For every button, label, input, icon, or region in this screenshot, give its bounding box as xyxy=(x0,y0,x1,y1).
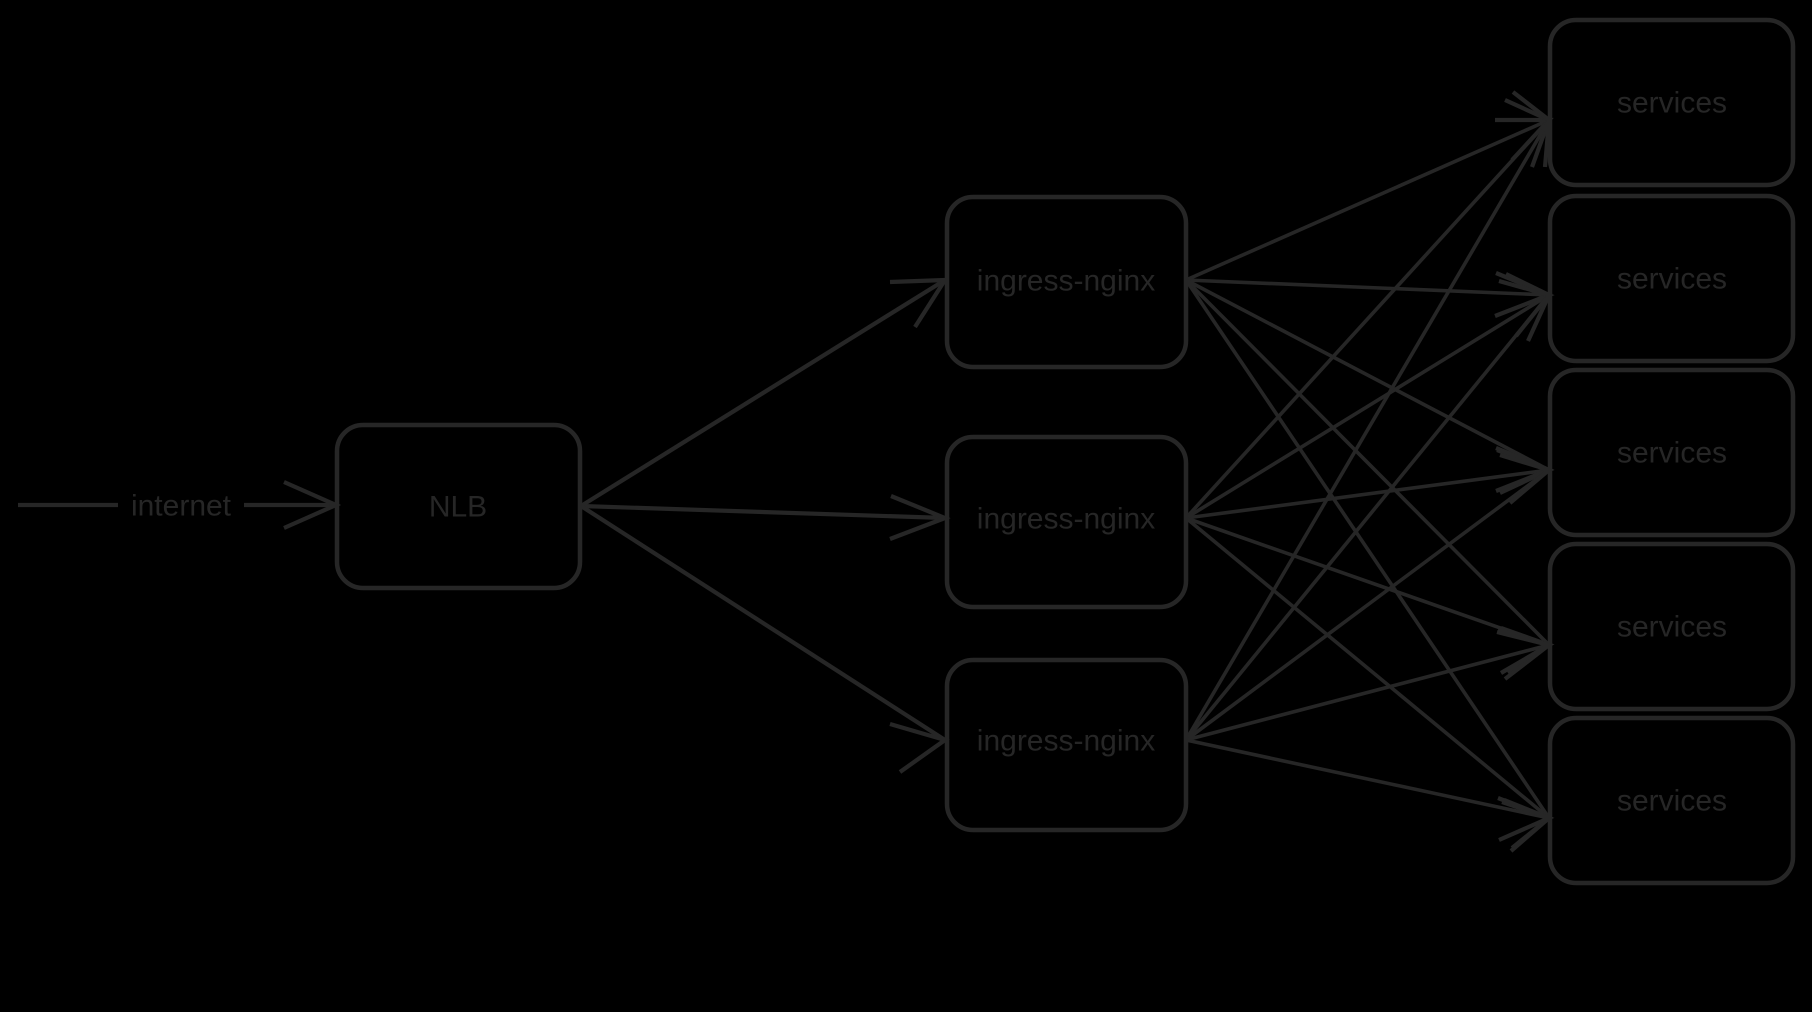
edge-line-ingress-1-service-4 xyxy=(1184,278,1551,647)
edge-line-nlb-ingress-1 xyxy=(579,278,947,508)
edge-label-internet-group: internet xyxy=(118,487,244,523)
edge-nlb-to-ingress-1 xyxy=(579,277,949,508)
architecture-diagram: NLB ingress-nginx ingress-nginx ingress-… xyxy=(0,0,1812,1012)
edge-line-ingress-3-service-5 xyxy=(1185,738,1550,820)
edge-line-ingress-1-service-2 xyxy=(1185,278,1550,297)
node-ingress-1[interactable]: ingress-nginx xyxy=(944,194,1189,370)
edge-label-internet: internet xyxy=(131,490,232,523)
edge-line-ingress-2-service-5 xyxy=(1184,516,1551,820)
node-service-5[interactable]: services xyxy=(1547,715,1796,886)
edge-ingress-3-to-service-5 xyxy=(1185,738,1555,842)
node-service-3[interactable]: services xyxy=(1547,367,1796,538)
diagram-canvas: NLB ingress-nginx ingress-nginx ingress-… xyxy=(18,17,1796,886)
node-service-1[interactable]: services xyxy=(1547,17,1796,188)
edge-nlb-to-ingress-3 xyxy=(579,504,950,774)
node-service-2-label: services xyxy=(1617,263,1727,296)
node-service-3-label: services xyxy=(1617,437,1727,470)
edge-ingress-2-to-service-5 xyxy=(1184,516,1554,853)
node-nlb-label: NLB xyxy=(429,491,487,524)
node-service-5-label: services xyxy=(1617,785,1727,818)
node-ingress-1-label: ingress-nginx xyxy=(977,265,1155,298)
node-ingress-3-label: ingress-nginx xyxy=(977,725,1155,758)
edge-line-ingress-3-service-4 xyxy=(1185,643,1550,742)
node-ingress-2[interactable]: ingress-nginx xyxy=(944,434,1189,610)
node-service-1-label: services xyxy=(1617,87,1727,120)
edge-line-ingress-1-service-1 xyxy=(1185,118,1550,282)
edge-line-ingress-3-service-1 xyxy=(1184,119,1551,741)
arrowhead-icon-ingress-3-a xyxy=(889,721,950,774)
edge-line-nlb-ingress-3 xyxy=(579,504,947,742)
node-nlb[interactable]: NLB xyxy=(334,422,583,591)
edge-line-ingress-2-service-4 xyxy=(1185,516,1550,647)
node-ingress-3[interactable]: ingress-nginx xyxy=(944,657,1189,833)
edge-line-nlb-ingress-2 xyxy=(580,503,946,521)
edge-ingress-2-to-service-4 xyxy=(1185,516,1554,681)
edge-line-ingress-1-service-3 xyxy=(1185,278,1550,472)
edge-ingress-1-to-service-1 xyxy=(1185,117,1554,282)
node-ingress-2-label: ingress-nginx xyxy=(977,503,1155,536)
edge-nlb-to-ingress-2 xyxy=(580,494,951,541)
edge-line-ingress-2-service-2 xyxy=(1185,293,1550,520)
edge-ingress-3-to-service-3 xyxy=(1184,452,1554,742)
node-service-2[interactable]: services xyxy=(1547,193,1796,364)
edge-ingress-3-to-service-1 xyxy=(1184,90,1552,741)
node-service-4[interactable]: services xyxy=(1547,541,1796,712)
edge-line-ingress-2-service-1 xyxy=(1184,118,1551,520)
node-service-4-label: services xyxy=(1617,611,1727,644)
